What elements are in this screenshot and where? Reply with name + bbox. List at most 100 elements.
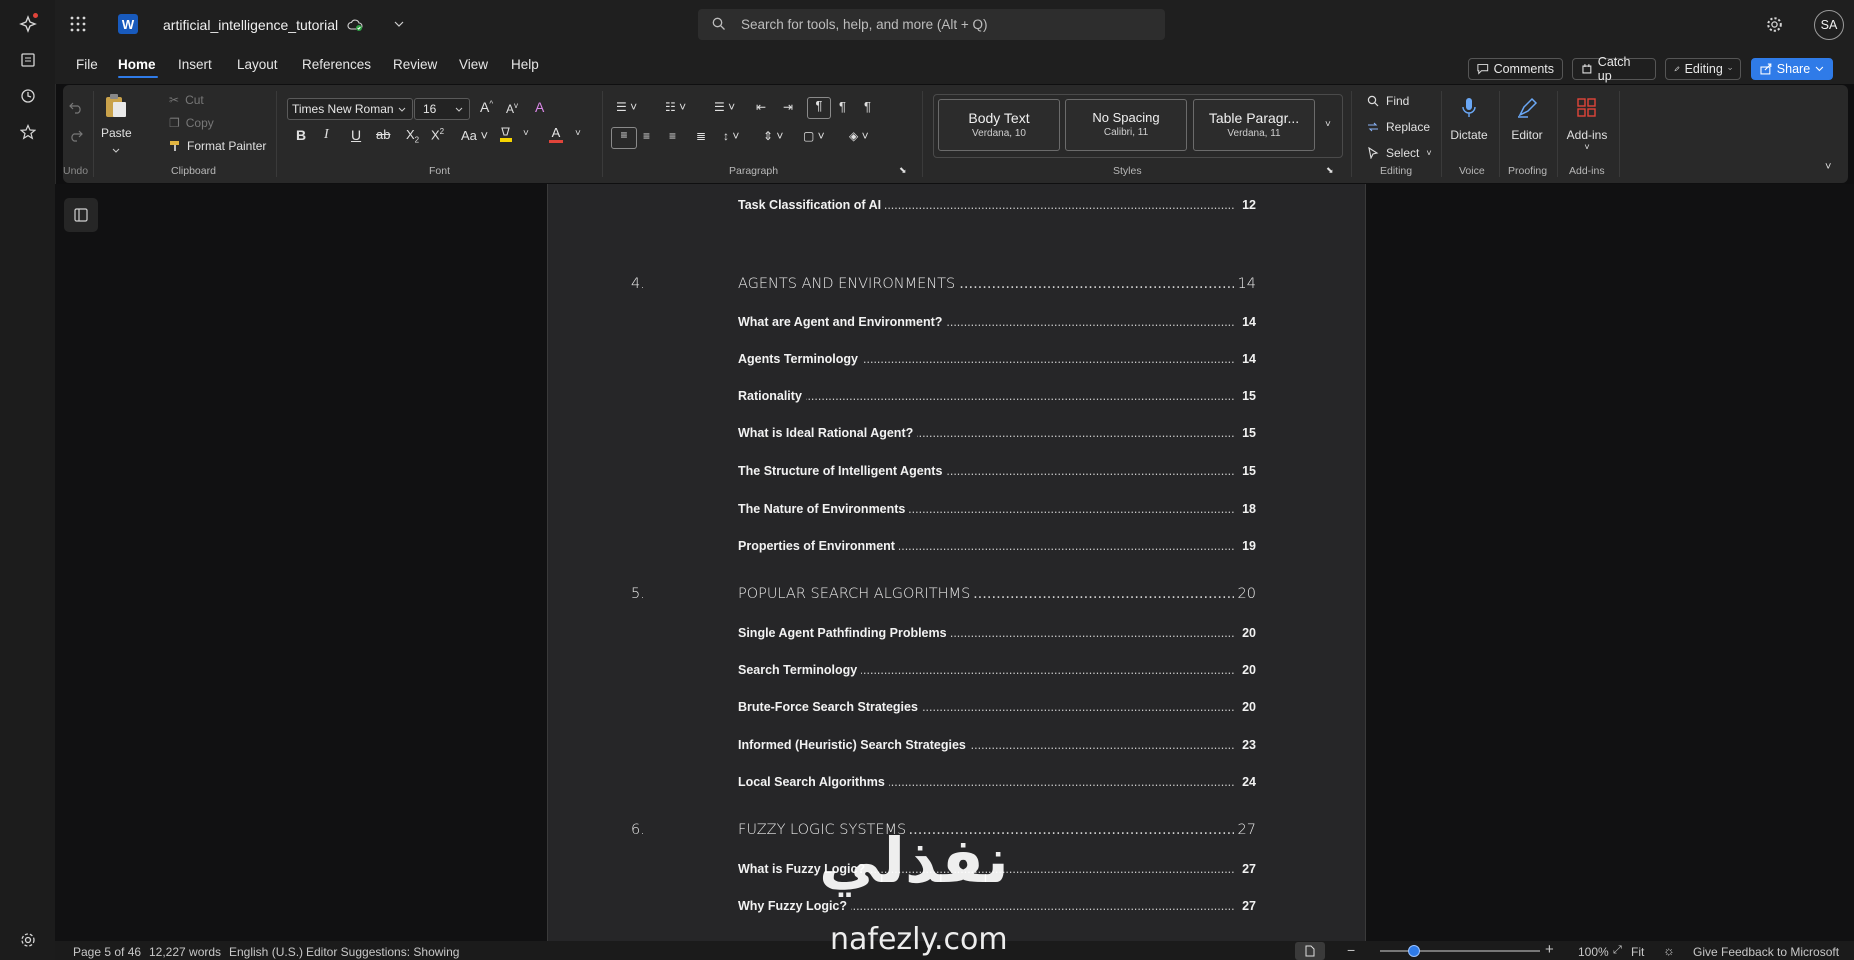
zoom-in-icon[interactable]: +	[1545, 941, 1554, 958]
fit-label[interactable]: Fit	[1631, 945, 1644, 959]
settings-gear-icon[interactable]	[1765, 15, 1783, 33]
toc-subentry[interactable]: ........................................…	[548, 426, 1365, 448]
cut-button[interactable]: ✂ Cut	[169, 93, 204, 107]
highlight-color-icon[interactable]	[499, 127, 513, 143]
language[interactable]: English (U.S.)	[229, 945, 303, 959]
font-size-select[interactable]: 16	[414, 98, 470, 120]
highlight-chevron-icon[interactable]: ˅	[523, 128, 529, 139]
replace-button[interactable]: Replace	[1367, 120, 1430, 134]
toc-subentry[interactable]: ........................................…	[548, 502, 1365, 524]
zoom-out-icon[interactable]: −	[1347, 942, 1355, 958]
bold-icon[interactable]: B	[296, 127, 306, 143]
paste-button[interactable]: Paste	[101, 93, 132, 163]
tab-home[interactable]: Home	[118, 57, 156, 72]
editor-suggestions[interactable]: Editor Suggestions: Showing	[306, 945, 459, 959]
grow-font-icon[interactable]: A^	[480, 99, 493, 115]
paragraph-dialog-launcher-icon[interactable]: ⬊	[899, 165, 907, 176]
pages-icon[interactable]	[16, 48, 40, 72]
styles-dialog-launcher-icon[interactable]: ⬊	[1326, 165, 1334, 176]
show-formatting-icon[interactable]: ¶	[864, 99, 871, 114]
strikethrough-icon[interactable]: ab	[376, 127, 390, 142]
tab-references[interactable]: References	[302, 57, 371, 72]
dictate-button[interactable]: Dictate	[1447, 97, 1491, 142]
share-button[interactable]: Share	[1751, 58, 1833, 80]
multilevel-list-icon[interactable]: ☰ ˅	[714, 100, 735, 114]
format-painter-button[interactable]: Format Painter	[169, 139, 266, 153]
toc-subentry[interactable]: ........................................…	[548, 899, 1365, 921]
copilot-icon[interactable]	[16, 12, 40, 36]
tab-file[interactable]: File	[76, 57, 98, 72]
ribbon-collapse-chevron-icon[interactable]: ˅	[1825, 161, 1831, 173]
tab-review[interactable]: Review	[393, 57, 437, 72]
justify-icon[interactable]: ≣	[696, 129, 706, 143]
favorites-icon[interactable]	[16, 120, 40, 144]
app-launcher-icon[interactable]	[69, 15, 87, 33]
toc-chapter-entry[interactable]: 4.......................................…	[548, 276, 1365, 298]
zoom-slider-thumb[interactable]	[1408, 945, 1420, 957]
numbering-icon[interactable]: ☷ ˅	[665, 100, 686, 114]
word-count[interactable]: 12,227 words	[149, 945, 221, 959]
toc-subentry[interactable]: ........................................…	[548, 198, 1365, 220]
align-left-icon[interactable]: ≡	[611, 127, 637, 149]
font-family-select[interactable]: Times New Roman	[287, 98, 413, 120]
document-title[interactable]: artificial_intelligence_tutorial	[163, 17, 338, 33]
line-spacing-icon[interactable]: ↕ ˅	[723, 129, 739, 143]
undo-icon[interactable]	[67, 99, 85, 117]
toc-subentry[interactable]: ........................................…	[548, 352, 1365, 374]
change-case-icon[interactable]: Aa ˅	[461, 128, 488, 143]
style-no-spacing[interactable]: No Spacing Calibri, 11	[1065, 99, 1187, 151]
toc-subentry[interactable]: ........................................…	[548, 738, 1365, 760]
select-button[interactable]: Select ˅	[1367, 146, 1432, 160]
toc-subentry[interactable]: ........................................…	[548, 539, 1365, 561]
toc-chapter-entry[interactable]: 5.......................................…	[548, 586, 1365, 608]
tab-insert[interactable]: Insert	[178, 57, 212, 72]
zoom-level[interactable]: 100%	[1578, 945, 1609, 959]
paragraph-spacing-icon[interactable]: ⇕ ˅	[763, 129, 783, 143]
tab-layout[interactable]: Layout	[237, 57, 278, 72]
settings-rail-icon[interactable]	[16, 928, 40, 952]
align-right-icon[interactable]: ≡	[669, 129, 676, 143]
clear-formatting-icon[interactable]: A	[535, 99, 544, 115]
bullets-icon[interactable]: ☰ ˅	[616, 100, 637, 114]
toc-subentry[interactable]: ........................................…	[548, 626, 1365, 648]
style-body-text[interactable]: Body Text Verdana, 10	[938, 99, 1060, 151]
rtl-paragraph-icon[interactable]: ¶	[839, 99, 846, 114]
toc-subentry[interactable]: ........................................…	[548, 775, 1365, 797]
copy-button[interactable]: ❐ Copy	[169, 116, 214, 130]
font-color-chevron-icon[interactable]: ˅	[575, 128, 581, 139]
ltr-paragraph-icon[interactable]: ¶	[807, 97, 831, 119]
page-count[interactable]: Page 5 of 46	[73, 945, 141, 959]
toc-subentry[interactable]: ........................................…	[548, 315, 1365, 337]
underline-icon[interactable]: U	[351, 127, 361, 143]
toc-subentry[interactable]: ........................................…	[548, 663, 1365, 685]
font-color-icon[interactable]: A	[549, 125, 563, 143]
page-view-button[interactable]	[1295, 942, 1325, 960]
brightness-icon[interactable]: ☼	[1663, 943, 1675, 958]
zoom-slider[interactable]	[1380, 945, 1540, 957]
styles-expand-chevron-icon[interactable]: ˅	[1325, 119, 1331, 130]
redo-icon[interactable]	[67, 127, 85, 145]
feedback-link[interactable]: Give Feedback to Microsoft	[1693, 945, 1839, 959]
italic-icon[interactable]: I	[324, 127, 329, 143]
comments-button[interactable]: Comments	[1468, 58, 1563, 80]
navigation-pane-button[interactable]	[64, 198, 98, 232]
recent-icon[interactable]	[16, 84, 40, 108]
increase-indent-icon[interactable]: ⇥	[783, 100, 793, 114]
shading-icon[interactable]: ◈ ˅	[849, 129, 869, 143]
subscript-icon[interactable]: X2	[406, 127, 419, 145]
title-chevron-down-icon[interactable]	[393, 18, 405, 30]
style-table-paragraph[interactable]: Table Paragr... Verdana, 11	[1193, 99, 1315, 151]
fit-icon[interactable]: ⤢	[1613, 944, 1622, 957]
decrease-indent-icon[interactable]: ⇤	[756, 100, 766, 114]
tab-help[interactable]: Help	[511, 57, 539, 72]
add-ins-button[interactable]: Add-ins ˅	[1563, 97, 1611, 152]
superscript-icon[interactable]: X2	[431, 127, 444, 142]
toc-subentry[interactable]: ........................................…	[548, 700, 1365, 722]
toc-subentry[interactable]: ........................................…	[548, 464, 1365, 486]
editor-button[interactable]: Editor	[1505, 97, 1549, 142]
search-box[interactable]: Search for tools, help, and more (Alt + …	[698, 9, 1165, 40]
borders-icon[interactable]: ▢ ˅	[803, 129, 825, 143]
toc-subentry[interactable]: ........................................…	[548, 389, 1365, 411]
align-center-icon[interactable]: ≡	[643, 129, 650, 143]
shrink-font-icon[interactable]: Av	[506, 101, 518, 116]
